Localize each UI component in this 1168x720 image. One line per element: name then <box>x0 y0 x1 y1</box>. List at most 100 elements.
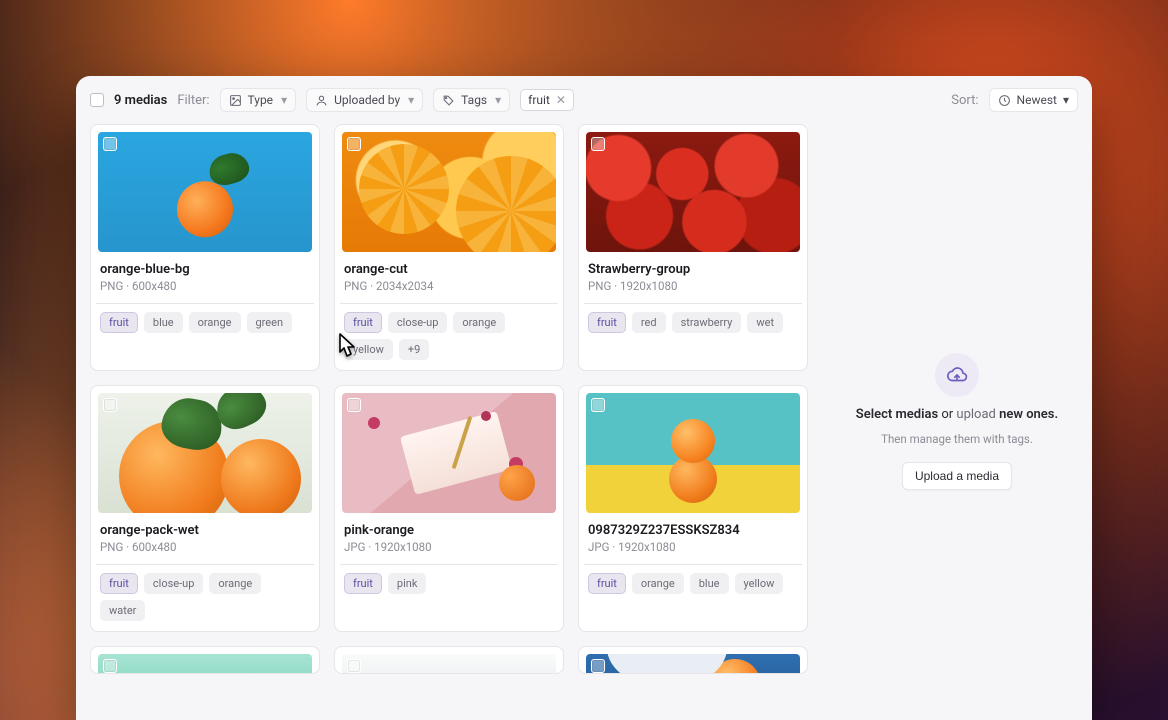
upload-cloud-icon <box>935 353 979 397</box>
media-thumbnail[interactable] <box>98 132 312 252</box>
dot-decoration <box>481 411 491 421</box>
chevron-down-icon: ▾ <box>408 93 414 107</box>
card-checkbox[interactable] <box>591 137 605 151</box>
chevron-down-icon: ▾ <box>495 93 501 107</box>
media-thumbnail[interactable] <box>342 393 556 513</box>
tag-row: fruit close-up orange water <box>100 573 310 621</box>
sort-label: Sort: <box>951 93 978 108</box>
card-checkbox[interactable] <box>347 659 361 673</box>
media-count: 9 medias <box>114 93 167 108</box>
chevron-down-icon: ▾ <box>1063 93 1069 107</box>
tag[interactable]: red <box>632 312 666 333</box>
media-card[interactable]: orange-blue-bg PNG · 600x480 fruit blue … <box>90 124 320 371</box>
tag[interactable]: fruit <box>344 312 382 333</box>
sort-select[interactable]: Newest ▾ <box>989 88 1078 112</box>
tag[interactable]: green <box>247 312 293 333</box>
upload-link[interactable]: upload <box>956 407 995 422</box>
tag[interactable]: orange <box>632 573 684 594</box>
toolbar: 9 medias Filter: Type ▾ Uploaded by ▾ Ta… <box>76 76 1092 122</box>
tag-row: fruit blue orange green <box>100 312 310 333</box>
tag[interactable]: fruit <box>100 312 138 333</box>
media-card[interactable]: orange-pack-wet PNG · 600x480 fruit clos… <box>90 385 320 632</box>
media-meta: PNG · 600x480 <box>100 540 310 554</box>
card-checkbox[interactable] <box>103 398 117 412</box>
card-checkbox[interactable] <box>103 659 117 673</box>
media-meta: PNG · 1920x1080 <box>588 279 798 293</box>
tag[interactable]: orange <box>209 573 261 594</box>
tag-row: fruit red strawberry wet <box>588 312 798 333</box>
tag[interactable]: blue <box>144 312 183 333</box>
media-meta: PNG · 600x480 <box>100 279 310 293</box>
tag[interactable]: fruit <box>588 573 626 594</box>
media-thumbnail[interactable] <box>586 654 800 674</box>
media-thumbnail[interactable] <box>342 132 556 252</box>
card-checkbox[interactable] <box>347 398 361 412</box>
image-icon <box>229 94 242 107</box>
tag[interactable]: fruit <box>588 312 626 333</box>
filter-type-label: Type <box>248 93 274 107</box>
tag-row: fruit close-up orange yellow +9 <box>344 312 554 360</box>
close-icon[interactable]: ✕ <box>556 94 566 106</box>
media-manager-window: 9 medias Filter: Type ▾ Uploaded by ▾ Ta… <box>76 76 1092 720</box>
tag[interactable]: orange <box>453 312 505 333</box>
media-title: orange-pack-wet <box>100 523 310 538</box>
divider <box>96 303 314 304</box>
filter-uploaded-by-label: Uploaded by <box>334 93 400 107</box>
main-content: orange-blue-bg PNG · 600x480 fruit blue … <box>76 122 1092 720</box>
tag[interactable]: yellow <box>344 339 393 360</box>
card-checkbox[interactable] <box>347 137 361 151</box>
card-checkbox[interactable] <box>103 137 117 151</box>
media-title: 0987329Z237ESSKSZ834 <box>588 523 798 538</box>
media-grid: orange-blue-bg PNG · 600x480 fruit blue … <box>90 124 808 674</box>
stick-decoration <box>451 415 472 469</box>
tag[interactable]: fruit <box>100 573 138 594</box>
upload-button[interactable]: Upload a media <box>902 462 1012 490</box>
media-card[interactable] <box>334 646 564 674</box>
dot-decoration <box>368 417 380 429</box>
media-title: orange-blue-bg <box>100 262 310 277</box>
media-thumbnail[interactable] <box>586 132 800 252</box>
tag-row: fruit pink <box>344 573 554 594</box>
tag[interactable]: pink <box>388 573 427 594</box>
media-card[interactable]: Strawberry-group PNG · 1920x1080 fruit r… <box>578 124 808 371</box>
divider <box>340 564 558 565</box>
media-thumbnail[interactable] <box>98 393 312 513</box>
filter-type[interactable]: Type ▾ <box>220 88 297 112</box>
side-headline-bold: Select medias <box>856 407 938 422</box>
tag-more[interactable]: +9 <box>399 339 429 360</box>
media-thumbnail[interactable] <box>98 654 312 674</box>
media-card[interactable]: pink-orange JPG · 1920x1080 fruit pink <box>334 385 564 632</box>
card-checkbox[interactable] <box>591 398 605 412</box>
tag[interactable]: wet <box>747 312 783 333</box>
media-title: pink-orange <box>344 523 554 538</box>
media-title: orange-cut <box>344 262 554 277</box>
tag[interactable]: close-up <box>388 312 448 333</box>
media-card[interactable] <box>90 646 320 674</box>
tag-icon <box>442 94 455 107</box>
select-all-checkbox[interactable] <box>90 93 104 107</box>
media-title: Strawberry-group <box>588 262 798 277</box>
user-icon <box>315 94 328 107</box>
tag[interactable]: fruit <box>344 573 382 594</box>
applied-filter-chip[interactable]: fruit ✕ <box>520 89 574 111</box>
tag[interactable]: close-up <box>144 573 204 594</box>
tag[interactable]: strawberry <box>672 312 742 333</box>
side-headline-or: or <box>938 407 956 422</box>
tag[interactable]: water <box>100 600 145 621</box>
applied-filter-label: fruit <box>528 93 550 107</box>
media-thumbnail[interactable] <box>342 654 556 674</box>
media-card[interactable] <box>578 646 808 674</box>
sort-value: Newest <box>1017 93 1057 107</box>
tag[interactable]: blue <box>690 573 729 594</box>
tag[interactable]: yellow <box>735 573 784 594</box>
filter-uploaded-by[interactable]: Uploaded by ▾ <box>306 88 423 112</box>
media-thumbnail[interactable] <box>586 393 800 513</box>
tag-row: fruit orange blue yellow <box>588 573 798 594</box>
tag[interactable]: orange <box>189 312 241 333</box>
filter-tags[interactable]: Tags ▾ <box>433 88 510 112</box>
media-card[interactable]: orange-cut PNG · 2034x2034 fruit close-u… <box>334 124 564 371</box>
clock-icon <box>998 94 1011 107</box>
card-checkbox[interactable] <box>591 659 605 673</box>
media-card[interactable]: 0987329Z237ESSKSZ834 JPG · 1920x1080 fru… <box>578 385 808 632</box>
media-meta: JPG · 1920x1080 <box>588 540 798 554</box>
